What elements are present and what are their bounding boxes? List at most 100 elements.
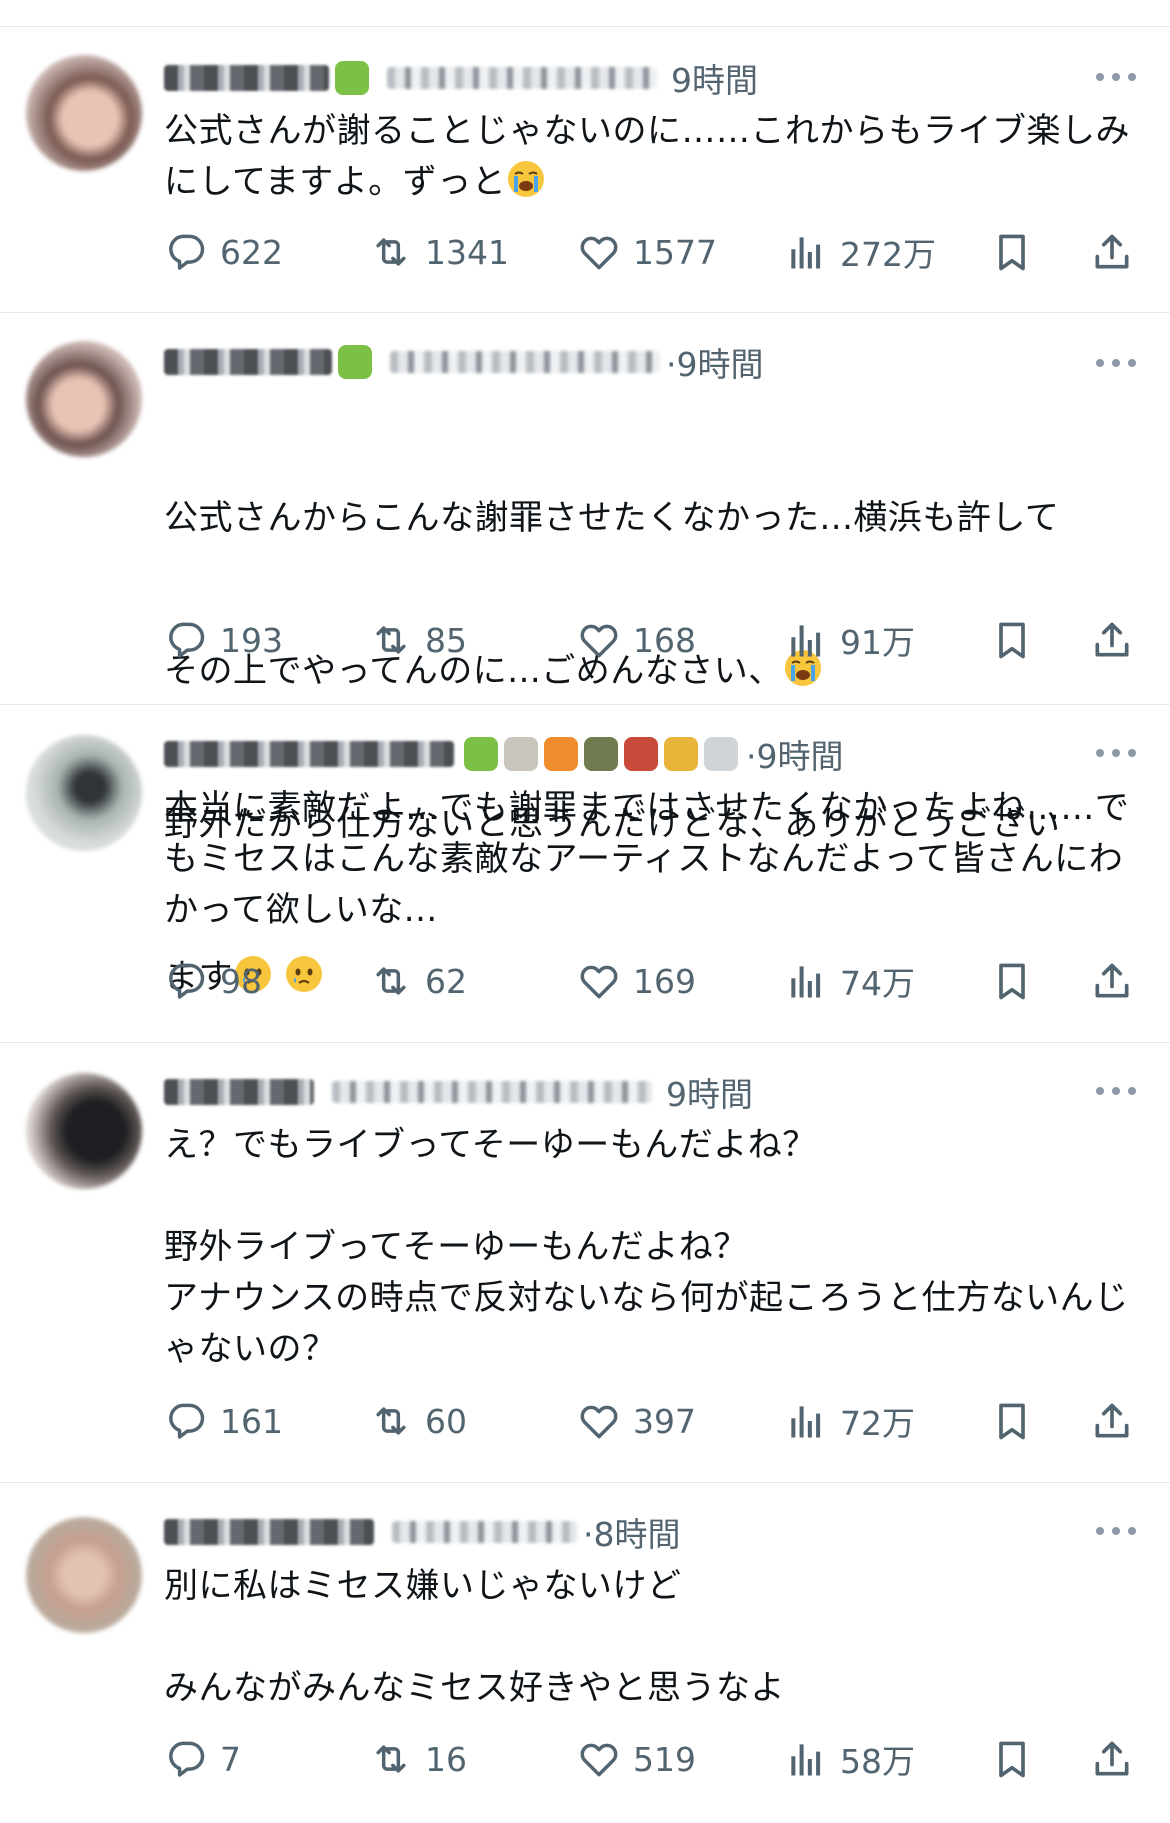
more-options-icon[interactable] (1096, 71, 1136, 83)
retweet-icon (369, 959, 413, 1003)
tweet[interactable]: ·9時間 公式さんからこんな謝罪させたくなかった...横浜も許して その上でやっ… (0, 312, 1170, 997)
reply-count: 622 (220, 232, 283, 272)
views-chart-icon (784, 1737, 828, 1781)
avatar[interactable] (26, 735, 142, 851)
tweet-header: ·9時間 (164, 731, 844, 777)
tweet-text-body: 公式さんが謝ることじゃないのに……これからもライブ楽しみにしてますよ。ずっと (164, 111, 1130, 202)
view-count: 58万 (840, 1742, 915, 1781)
display-name-redacted[interactable] (164, 1519, 374, 1545)
share-icon (1090, 1399, 1134, 1443)
like-count: 169 (633, 961, 696, 1001)
bookmark-button[interactable] (990, 615, 1034, 665)
bookmark-button[interactable] (990, 1734, 1034, 1784)
tweet-header: 9時間 (164, 55, 758, 101)
like-button[interactable]: 1577 (577, 227, 717, 277)
reply-count: 98 (220, 961, 262, 1001)
view-count: 91万 (840, 623, 915, 662)
tweet-text: 公式さんが謝ることじゃないのに……これからもライブ楽しみにしてますよ。ずっと (164, 106, 1144, 208)
reply-count: 161 (220, 1401, 283, 1441)
share-button[interactable] (1090, 1396, 1134, 1446)
share-button[interactable] (1090, 1734, 1134, 1784)
tweet-header: ·9時間 (164, 339, 764, 385)
retweet-count: 62 (425, 961, 467, 1001)
like-count: 397 (633, 1401, 696, 1441)
tweet-actions: 193 85 168 91万 (164, 615, 1144, 665)
red-emoji (624, 737, 658, 771)
views-button[interactable]: 272万 (784, 227, 936, 277)
tweet[interactable]: ·8時間 別に私はミセス嫌いじゃないけど みんながみんなミセス好きやと思うなよ … (0, 1482, 1170, 1823)
display-name-redacted[interactable] (164, 1079, 314, 1105)
retweet-button[interactable]: 60 (369, 1396, 467, 1446)
heart-icon (577, 1399, 621, 1443)
tweet[interactable]: 9時間 公式さんが謝ることじゃないのに……これからもライブ楽しみにしてますよ。ず… (0, 26, 1170, 310)
retweet-count: 60 (425, 1401, 467, 1441)
more-options-icon[interactable] (1096, 1525, 1136, 1537)
views-button[interactable]: 91万 (784, 615, 915, 665)
retweet-icon (369, 1737, 413, 1781)
tweet-actions: 98 62 169 74万 (164, 956, 1144, 1006)
like-button[interactable]: 397 (577, 1396, 696, 1446)
avatar[interactable] (26, 341, 142, 457)
share-icon (1090, 959, 1134, 1003)
timestamp[interactable]: ·9時間 (666, 338, 764, 386)
like-button[interactable]: 519 (577, 1734, 696, 1784)
display-name-redacted[interactable] (164, 65, 329, 91)
timestamp[interactable]: ·8時間 (583, 1508, 681, 1556)
tweet-text: 本当に素敵だよ...でも謝罪まではさせたくなかったよね……でもミセスはこんな素敵… (164, 788, 1130, 930)
timestamp[interactable]: 9時間 (671, 54, 758, 102)
bookmark-icon (990, 1399, 1034, 1443)
sparkles-emoji (704, 737, 738, 771)
reply-count: 7 (220, 1739, 241, 1779)
bookmark-button[interactable] (990, 956, 1034, 1006)
avatar[interactable] (26, 1517, 142, 1633)
reply-button[interactable]: 193 (164, 615, 283, 665)
retweet-button[interactable]: 16 (369, 1734, 467, 1784)
views-button[interactable]: 74万 (784, 956, 915, 1006)
timestamp[interactable]: ·9時間 (746, 730, 844, 778)
tweet-actions: 7 16 519 58万 (164, 1734, 1144, 1784)
tweet-text-line: 公式さんからこんな謝罪させたくなかった...横浜も許して (164, 498, 1060, 538)
views-button[interactable]: 72万 (784, 1396, 915, 1446)
avatar[interactable] (26, 55, 142, 171)
heart-icon (577, 959, 621, 1003)
share-button[interactable] (1090, 615, 1134, 665)
view-count: 74万 (840, 964, 915, 1003)
reply-icon (164, 618, 208, 662)
bookmark-button[interactable] (990, 1396, 1034, 1446)
share-button[interactable] (1090, 956, 1134, 1006)
share-button[interactable] (1090, 227, 1134, 277)
like-count: 168 (633, 620, 696, 660)
reply-icon (164, 959, 208, 1003)
retweet-button[interactable]: 62 (369, 956, 467, 1006)
reply-button[interactable]: 98 (164, 956, 262, 1006)
tweet[interactable]: 9時間 え？でもライブってそーゆーもんだよね？ 野外ライブってそーゆーもんだよね… (0, 1042, 1170, 1480)
tweet-header: ·8時間 (164, 1509, 681, 1555)
tweet-text: 別に私はミセス嫌いじゃないけど みんながみんなミセス好きやと思うなよ (164, 1566, 785, 1708)
display-name-redacted[interactable] (164, 349, 332, 375)
views-button[interactable]: 58万 (784, 1734, 915, 1784)
more-options-icon[interactable] (1096, 1085, 1136, 1097)
bookmark-button[interactable] (990, 227, 1034, 277)
green-apple-emoji (338, 345, 372, 379)
bookmark-icon (990, 618, 1034, 662)
tweet[interactable]: ·9時間 本当に素敵だよ...でも謝罪まではさせたくなかったよね……でもミセスは… (0, 704, 1170, 1040)
views-chart-icon (784, 1399, 828, 1443)
more-options-icon[interactable] (1096, 747, 1136, 759)
reply-button[interactable]: 161 (164, 1396, 283, 1446)
reply-feed: 9時間 公式さんが謝ることじゃないのに……これからもライブ楽しみにしてますよ。ず… (0, 0, 1170, 1823)
retweet-button[interactable]: 1341 (369, 227, 509, 277)
like-button[interactable]: 169 (577, 956, 696, 1006)
sheep-emoji (504, 737, 538, 771)
views-chart-icon (784, 959, 828, 1003)
mountain-emoji (584, 737, 618, 771)
display-name-redacted[interactable] (164, 741, 454, 767)
timestamp[interactable]: 9時間 (666, 1068, 753, 1116)
reply-button[interactable]: 7 (164, 1734, 241, 1784)
retweet-button[interactable]: 85 (369, 615, 467, 665)
avatar[interactable] (26, 1073, 142, 1189)
more-options-icon[interactable] (1096, 357, 1136, 369)
like-button[interactable]: 168 (577, 615, 696, 665)
tweet-header: 9時間 (164, 1069, 753, 1115)
handle-redacted (332, 1081, 652, 1103)
reply-button[interactable]: 622 (164, 227, 283, 277)
